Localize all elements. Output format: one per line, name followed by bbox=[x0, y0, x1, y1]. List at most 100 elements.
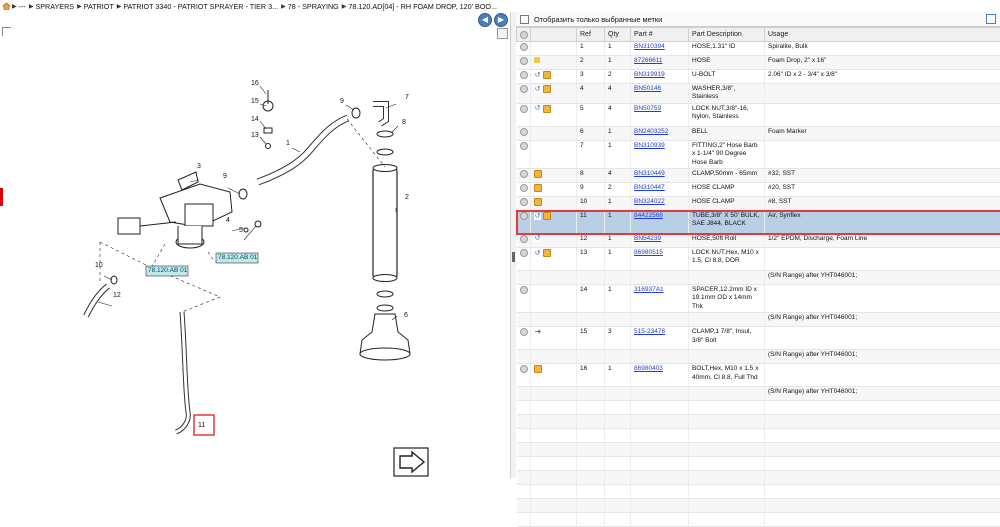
row-menu-icon[interactable] bbox=[520, 235, 528, 243]
ref-label-16[interactable]: 16 bbox=[251, 80, 259, 87]
ref-label-2[interactable]: 2 bbox=[405, 194, 409, 201]
table-row[interactable]: ↺54BN50759LOCK NUT,3/8"-16, Nylon, Stain… bbox=[517, 103, 1000, 126]
row-menu-cell[interactable] bbox=[517, 197, 531, 211]
package-icon[interactable] bbox=[534, 170, 542, 178]
table-row[interactable]: 71BN310939FITTING,2" Hose Barb x 1-1/4" … bbox=[517, 140, 1000, 168]
row-menu-cell[interactable] bbox=[517, 42, 531, 56]
ref-label-4[interactable]: 4 bbox=[226, 217, 230, 224]
breadcrumb-item[interactable]: PATRIOT 3340 - PATRIOT SPRAYER - TIER 3.… bbox=[123, 2, 278, 11]
table-row[interactable]: 141316937A1SPACER,12.2mm ID x 19.1mm OD … bbox=[517, 285, 1000, 313]
table-row[interactable]: 11BN310394HOSE,1.31" IDSpiralite, Bulk bbox=[517, 42, 1000, 56]
table-row[interactable]: 61BN2403252BELLFoam Marker bbox=[517, 126, 1000, 140]
part-number-link[interactable]: BN310939 bbox=[634, 142, 665, 149]
package-icon[interactable] bbox=[534, 198, 542, 206]
row-menu-cell[interactable] bbox=[517, 285, 531, 313]
breadcrumb-item[interactable]: 78 - SPRAYING bbox=[288, 2, 339, 11]
part-number-link[interactable]: 86980403 bbox=[634, 365, 663, 372]
table-row[interactable]: ↺44BN50146WASHER,3/8", Stainless bbox=[517, 84, 1000, 104]
part-number-link[interactable]: 316937A1 bbox=[634, 286, 664, 293]
part-number-link[interactable]: BN2403252 bbox=[634, 128, 668, 135]
row-menu-cell[interactable] bbox=[517, 387, 531, 401]
ref-label-11[interactable]: 11 bbox=[198, 422, 205, 429]
part-number-link[interactable]: BN50146 bbox=[634, 85, 661, 92]
part-number-link[interactable]: BN310394 bbox=[634, 43, 665, 50]
row-menu-icon[interactable] bbox=[520, 43, 528, 51]
part-number-link[interactable]: 87266611 bbox=[634, 57, 662, 64]
row-menu-icon[interactable] bbox=[520, 142, 528, 150]
row-menu-icon[interactable] bbox=[520, 286, 528, 294]
part-number-link[interactable]: BN310449 bbox=[634, 170, 665, 177]
table-row[interactable]: ↺13186980515LOCK NUT,Hex, M10 x 1.5, Cl … bbox=[517, 248, 1000, 271]
table-row[interactable]: 101BN324022HOSE CLAMP#8, SST bbox=[517, 197, 1000, 211]
part-number-link[interactable]: BN319919 bbox=[634, 71, 665, 78]
row-menu-cell[interactable] bbox=[517, 84, 531, 104]
row-menu-icon[interactable] bbox=[520, 170, 528, 178]
ref-label-5[interactable]: 5 bbox=[239, 227, 243, 234]
table-row[interactable]: ↺121BN54239HOSE,50ft Roll1/2" EPDM, Disc… bbox=[517, 234, 1000, 248]
ref-label-7[interactable]: 7 bbox=[405, 94, 409, 101]
table-row[interactable]: ↺32BN319919U-BOLT2.06" ID x 2 - 3/4" x 3… bbox=[517, 70, 1000, 84]
row-menu-cell[interactable] bbox=[517, 103, 531, 126]
ref-label-12[interactable]: 12 bbox=[113, 292, 121, 299]
ref-label-14[interactable]: 14 bbox=[251, 116, 259, 123]
ref-label-15[interactable]: 15 bbox=[251, 98, 259, 105]
row-menu-icon[interactable] bbox=[520, 57, 528, 65]
table-row[interactable]: (S/N Range) after YHT046001; bbox=[517, 350, 1000, 364]
row-menu-icon[interactable] bbox=[520, 85, 528, 93]
ref-label-8[interactable]: 8 bbox=[402, 119, 406, 126]
callout-label[interactable]: 78.120.AB 01 bbox=[148, 267, 187, 274]
ref-label-1[interactable]: 1 bbox=[286, 140, 290, 147]
header-usage[interactable]: Usage bbox=[765, 28, 1000, 42]
row-menu-cell[interactable] bbox=[517, 211, 531, 234]
table-row[interactable]: 92BN310447HOSE CLAMP#20, SST bbox=[517, 183, 1000, 197]
refresh-icon[interactable]: ↺ bbox=[534, 235, 541, 242]
table-row[interactable]: 16186980403BOLT,Hex, M10 x 1.5 x 40mm, C… bbox=[517, 364, 1000, 387]
ref-label-10[interactable]: 10 bbox=[95, 262, 103, 269]
row-menu-cell[interactable] bbox=[517, 248, 531, 271]
part-number-link[interactable]: 515-23476 bbox=[634, 328, 665, 335]
table-row[interactable]: 84BN310449CLAMP,50mm - 65mm#32, SST bbox=[517, 169, 1000, 183]
breadcrumb-item[interactable]: --- bbox=[19, 2, 26, 11]
header-ref[interactable]: Ref bbox=[577, 28, 605, 42]
row-menu-cell[interactable] bbox=[517, 313, 531, 327]
row-menu-icon[interactable] bbox=[520, 198, 528, 206]
table-settings-icon[interactable] bbox=[986, 14, 996, 24]
row-menu-cell[interactable] bbox=[517, 271, 531, 285]
table-row[interactable]: (S/N Range) after YHT046001; bbox=[517, 387, 1000, 401]
row-menu-icon[interactable] bbox=[520, 128, 528, 136]
table-row[interactable]: 2187266611HOSEFoam Drop, 2" x 16" bbox=[517, 56, 1000, 70]
table-row[interactable]: ➜153515-23476CLAMP,1 7/8", Insul, 3/8" B… bbox=[517, 327, 1000, 350]
row-menu-icon[interactable] bbox=[520, 105, 528, 113]
header-description[interactable]: Part Description bbox=[689, 28, 765, 42]
package-icon[interactable] bbox=[543, 212, 551, 220]
refresh-icon[interactable]: ↺ bbox=[534, 72, 541, 79]
part-number-link[interactable]: BN54239 bbox=[634, 235, 661, 242]
row-menu-cell[interactable] bbox=[517, 364, 531, 387]
splitter-grip-icon[interactable] bbox=[512, 252, 515, 262]
header-menu-icon[interactable] bbox=[517, 28, 531, 42]
table-row[interactable]: (S/N Range) after YHT046001; bbox=[517, 271, 1000, 285]
header-part-number[interactable]: Part # bbox=[631, 28, 689, 42]
star-icon[interactable] bbox=[534, 57, 540, 63]
callout-label[interactable]: 78.120.AB 01 bbox=[218, 254, 257, 261]
part-number-link[interactable]: BN310447 bbox=[634, 184, 665, 191]
row-menu-icon[interactable] bbox=[520, 328, 528, 336]
refresh-icon[interactable]: ↺ bbox=[534, 105, 541, 112]
header-qty[interactable]: Qty bbox=[605, 28, 631, 42]
row-menu-icon[interactable] bbox=[520, 71, 528, 79]
row-menu-cell[interactable] bbox=[517, 169, 531, 183]
row-menu-icon[interactable] bbox=[520, 365, 528, 373]
table-row[interactable]: (S/N Range) after YHT046001; bbox=[517, 313, 1000, 327]
row-menu-cell[interactable] bbox=[517, 234, 531, 248]
part-number-link[interactable]: BN324022 bbox=[634, 198, 665, 205]
refresh-icon[interactable]: ↺ bbox=[534, 86, 541, 93]
part-number-link[interactable]: 86980515 bbox=[634, 249, 663, 256]
package-icon[interactable] bbox=[543, 71, 551, 79]
refresh-icon[interactable]: ↺ bbox=[534, 213, 541, 220]
green-arrow-icon[interactable]: ➜ bbox=[534, 328, 542, 335]
row-menu-cell[interactable] bbox=[517, 140, 531, 168]
row-menu-cell[interactable] bbox=[517, 350, 531, 364]
row-menu-cell[interactable] bbox=[517, 183, 531, 197]
row-menu-icon[interactable] bbox=[520, 212, 528, 220]
part-number-link[interactable]: BN50759 bbox=[634, 105, 661, 112]
